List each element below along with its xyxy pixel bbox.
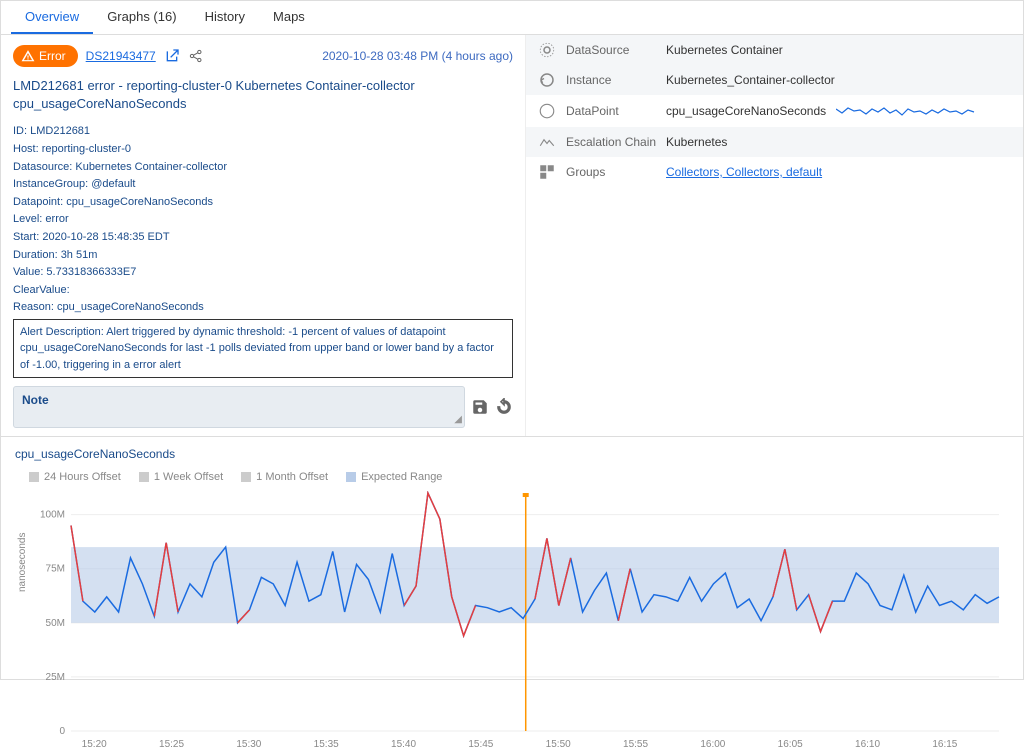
save-icon[interactable] <box>471 398 489 416</box>
detail-duration: Duration: 3h 51m <box>13 247 513 265</box>
svg-text:100M: 100M <box>40 510 65 521</box>
datasource-value: Kubernetes Container <box>666 43 783 57</box>
escalation-icon <box>538 133 556 151</box>
ds-id-link[interactable]: DS21943477 <box>86 49 156 63</box>
svg-text:15:55: 15:55 <box>623 739 648 750</box>
alert-description: Alert Description: Alert triggered by dy… <box>13 319 513 379</box>
tab-history[interactable]: History <box>191 1 259 34</box>
instance-label: Instance <box>566 73 666 87</box>
legend-24h[interactable]: 24 Hours Offset <box>29 471 121 483</box>
svg-text:16:05: 16:05 <box>778 739 803 750</box>
groups-label: Groups <box>566 165 666 179</box>
escalation-label: Escalation Chain <box>566 135 666 149</box>
legend-range[interactable]: Expected Range <box>346 471 442 483</box>
svg-text:15:40: 15:40 <box>391 739 416 750</box>
svg-text:15:25: 15:25 <box>159 739 184 750</box>
svg-text:15:50: 15:50 <box>546 739 571 750</box>
svg-text:75M: 75M <box>46 564 65 575</box>
alert-title: LMD212681 error - reporting-cluster-0 Ku… <box>13 77 513 113</box>
detail-id: ID: LMD212681 <box>13 123 513 141</box>
detail-clear-value: ClearValue: <box>13 282 513 300</box>
svg-text:15:45: 15:45 <box>468 739 493 750</box>
sparkline <box>836 101 976 121</box>
detail-datasource: Datasource: Kubernetes Container-collect… <box>13 159 513 177</box>
datasource-icon <box>538 41 556 59</box>
detail-instance-group: InstanceGroup: @default <box>13 176 513 194</box>
groups-icon <box>538 163 556 181</box>
external-link-icon[interactable] <box>164 48 180 64</box>
error-badge-label: Error <box>39 49 66 63</box>
chart-ylabel: nanoseconds <box>17 533 28 593</box>
detail-host: Host: reporting-cluster-0 <box>13 141 513 159</box>
instance-value: Kubernetes_Container-collector <box>666 73 835 87</box>
resize-handle-icon[interactable]: ◢ <box>454 414 462 425</box>
detail-value: Value: 5.73318366333E7 <box>13 264 513 282</box>
chart-svg[interactable]: 0 25M 50M 75M 100M 15:20 15:25 15:30 15:35 15:40 1… <box>29 491 1009 753</box>
tab-overview[interactable]: Overview <box>11 1 93 34</box>
legend-1m[interactable]: 1 Month Offset <box>241 471 328 483</box>
tab-maps[interactable]: Maps <box>259 1 319 34</box>
svg-text:16:00: 16:00 <box>700 739 725 750</box>
error-badge: Error <box>13 45 78 67</box>
detail-start: Start: 2020-10-28 15:48:35 EDT <box>13 229 513 247</box>
svg-text:0: 0 <box>59 726 65 737</box>
svg-text:16:10: 16:10 <box>855 739 880 750</box>
alert-details: ID: LMD212681 Host: reporting-cluster-0 … <box>13 123 513 317</box>
datapoint-icon <box>538 102 556 120</box>
refresh-icon[interactable] <box>495 398 513 416</box>
tab-graphs[interactable]: Graphs (16) <box>93 1 190 34</box>
svg-text:15:35: 15:35 <box>314 739 339 750</box>
svg-text:25M: 25M <box>46 672 65 683</box>
detail-reason: Reason: cpu_usageCoreNanoSeconds <box>13 299 513 317</box>
alert-timestamp: 2020-10-28 03:48 PM (4 hours ago) <box>322 49 513 63</box>
note-input[interactable]: Note ◢ <box>13 386 465 428</box>
datasource-label: DataSource <box>566 43 666 57</box>
warning-icon <box>21 49 35 63</box>
note-label: Note <box>22 393 49 407</box>
chart-title: cpu_usageCoreNanoSeconds <box>15 447 1009 461</box>
escalation-value: Kubernetes <box>666 135 727 149</box>
detail-level: Level: error <box>13 211 513 229</box>
tabs-bar: Overview Graphs (16) History Maps <box>1 1 1023 35</box>
svg-text:50M: 50M <box>46 618 65 629</box>
instance-icon <box>538 71 556 89</box>
metadata-panel: DataSource Kubernetes Container Instance… <box>526 35 1023 436</box>
detail-datapoint: Datapoint: cpu_usageCoreNanoSeconds <box>13 194 513 212</box>
groups-link[interactable]: Collectors, Collectors, default <box>666 165 822 179</box>
datapoint-label: DataPoint <box>566 104 666 118</box>
svg-text:16:15: 16:15 <box>932 739 957 750</box>
share-icon[interactable] <box>188 48 204 64</box>
chart-legend: 24 Hours Offset 1 Week Offset 1 Month Of… <box>29 471 1009 483</box>
svg-text:15:20: 15:20 <box>82 739 107 750</box>
svg-text:15:30: 15:30 <box>236 739 261 750</box>
datapoint-value: cpu_usageCoreNanoSeconds <box>666 104 826 118</box>
legend-1w[interactable]: 1 Week Offset <box>139 471 223 483</box>
